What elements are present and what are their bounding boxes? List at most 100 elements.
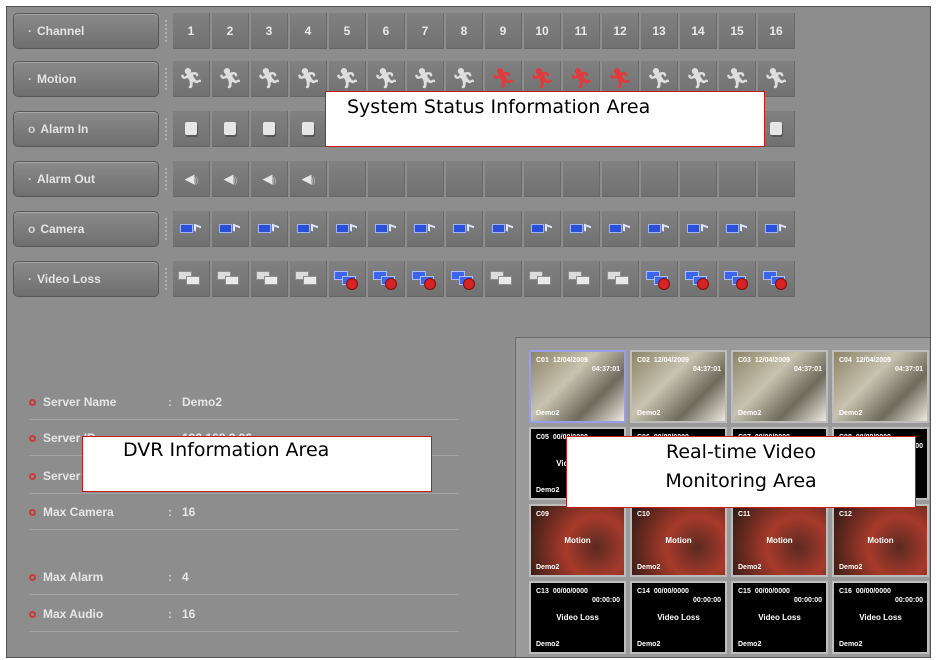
video-loss-icon (724, 268, 750, 290)
alarm-in-icon (263, 122, 275, 135)
channel-number: 5 (343, 23, 351, 38)
channel-number-cell: 10 (524, 13, 561, 49)
video-tile-c03[interactable]: C03 12/04/2009 04:37:01 Demo2 (731, 350, 828, 423)
camera-status-cell (251, 211, 288, 247)
video-tile-id: C03 (738, 357, 751, 364)
alarm-in-status-cell (251, 111, 288, 147)
video-tile-c14[interactable]: C14 00/00/0000 00:00:00 Video Loss Demo2 (630, 581, 727, 654)
info-bullet-icon (29, 473, 36, 481)
info-value: 16 (182, 607, 196, 621)
info-colon: : (168, 607, 172, 621)
camera-icon (648, 223, 670, 234)
video-tile-date: 00/00/0000 (855, 588, 891, 595)
info-bullet-icon (29, 611, 36, 619)
info-max-alarm: Max Alarm:4 (29, 570, 189, 590)
video-tile-id: C10 (637, 511, 650, 518)
info-bullet-icon (29, 399, 36, 407)
alarm-in-icon (302, 122, 314, 135)
row-separator (165, 168, 169, 190)
speaker-icon: ◀)) (184, 171, 199, 186)
info-label: Server Name (43, 395, 117, 409)
alarm-out-status-cell (641, 161, 678, 197)
video-tile-status: Motion (766, 536, 793, 545)
camera-status-cell (212, 211, 249, 247)
video-tile-id: C16 (839, 588, 852, 595)
motion-icon: 🏃︎ (217, 67, 243, 90)
channel-number-cell: 2 (212, 13, 249, 49)
row-separator (165, 118, 169, 140)
motion-icon: 🏃︎ (490, 67, 516, 90)
video-tile-date: 12/04/2009 (855, 357, 891, 364)
video-tile-header: C11 (738, 510, 822, 519)
video-tile-c04[interactable]: C04 12/04/2009 04:37:01 Demo2 (832, 350, 929, 423)
alarm-out-status-cell (329, 161, 366, 197)
motion-icon: 🏃︎ (529, 67, 555, 90)
video-tile-time: 04:37:01 (591, 366, 620, 373)
video-tile-c12[interactable]: C12 Motion Demo2 (832, 504, 929, 577)
camera-status-cell (524, 211, 561, 247)
alarm-in-status-cell (173, 111, 210, 147)
info-divider (29, 493, 459, 494)
row-separator (165, 218, 169, 240)
video-tile-c13[interactable]: C13 00/00/0000 00:00:00 Video Loss Demo2 (529, 581, 626, 654)
alarm-in-status-cell (212, 111, 249, 147)
annotation-system-status: System Status Information Area (325, 91, 765, 147)
video-tile-status: Video Loss (758, 613, 801, 622)
video-tile-site: Demo2 (536, 641, 560, 648)
alarm-out-status-cell: ◀)) (212, 161, 249, 197)
video-loss-icon (763, 268, 789, 290)
info-max-audio: Max Audio:16 (29, 607, 195, 627)
video-tile-c11[interactable]: C11 Motion Demo2 (731, 504, 828, 577)
video-tile-site: Demo2 (738, 641, 762, 648)
video-tile-date: 12/04/2009 (552, 357, 588, 364)
channel-number-cell: 4 (290, 13, 327, 49)
video-tile-c10[interactable]: C10 Motion Demo2 (630, 504, 727, 577)
video-tile-c02[interactable]: C02 12/04/2009 04:37:01 Demo2 (630, 350, 727, 423)
video-tile-c15[interactable]: C15 00/00/0000 00:00:00 Video Loss Demo2 (731, 581, 828, 654)
video-tile-site: Demo2 (637, 410, 661, 417)
info-colon: : (168, 505, 172, 519)
video-tile-status: Motion (564, 536, 591, 545)
video-tile-date: 12/04/2009 (754, 357, 790, 364)
video-loss-status-cell (212, 261, 249, 297)
camera-row: o Camera (13, 208, 930, 250)
motion-status-cell: 🏃︎ (173, 61, 210, 97)
video-tile-id: C12 (839, 511, 852, 518)
video-loss-icon (451, 268, 477, 290)
row-label-motion: · Motion (13, 61, 159, 97)
channel-number-cell: 7 (407, 13, 444, 49)
video-loss-icon (646, 268, 672, 290)
channel-number: 8 (460, 23, 468, 38)
video-loss-status-cell (524, 261, 561, 297)
alarm-out-status-cell: ◀)) (290, 161, 327, 197)
channel-number: 4 (304, 23, 312, 38)
alarm-out-status-cell (719, 161, 756, 197)
camera-icon (687, 223, 709, 234)
alarm-out-status-cell (446, 161, 483, 197)
video-loss-icon (685, 268, 711, 290)
video-tile-time: 04:37:01 (793, 366, 822, 373)
video-tile-c16[interactable]: C16 00/00/0000 00:00:00 Video Loss Demo2 (832, 581, 929, 654)
camera-icon (570, 223, 592, 234)
video-tile-header: C14 00/00/0000 00:00:00 (637, 587, 721, 605)
video-tile-time: 00:00:00 (591, 597, 620, 604)
motion-icon: 🏃︎ (373, 67, 399, 90)
video-tile-id: C04 (839, 357, 852, 364)
motion-icon: 🏃︎ (568, 67, 594, 90)
channel-number-cell: 13 (641, 13, 678, 49)
video-tile-status: Video Loss (657, 613, 700, 622)
camera-icon (336, 223, 358, 234)
video-tile-c09[interactable]: C09 Motion Demo2 (529, 504, 626, 577)
annotation-dvr-info: DVR Information Area (82, 436, 432, 492)
video-tile-id: C02 (637, 357, 650, 364)
video-loss-icon (334, 268, 360, 290)
camera-status-cell (758, 211, 795, 247)
channel-number: 3 (265, 23, 273, 38)
row-label-alarm-out: · Alarm Out (13, 161, 159, 197)
info-divider (29, 594, 459, 595)
camera-icon (531, 223, 553, 234)
video-tile-c01[interactable]: C01 12/04/2009 04:37:01 Demo2 (529, 350, 626, 423)
video-loss-icon (217, 268, 243, 290)
info-value: 16 (182, 505, 196, 519)
camera-icon (414, 223, 436, 234)
